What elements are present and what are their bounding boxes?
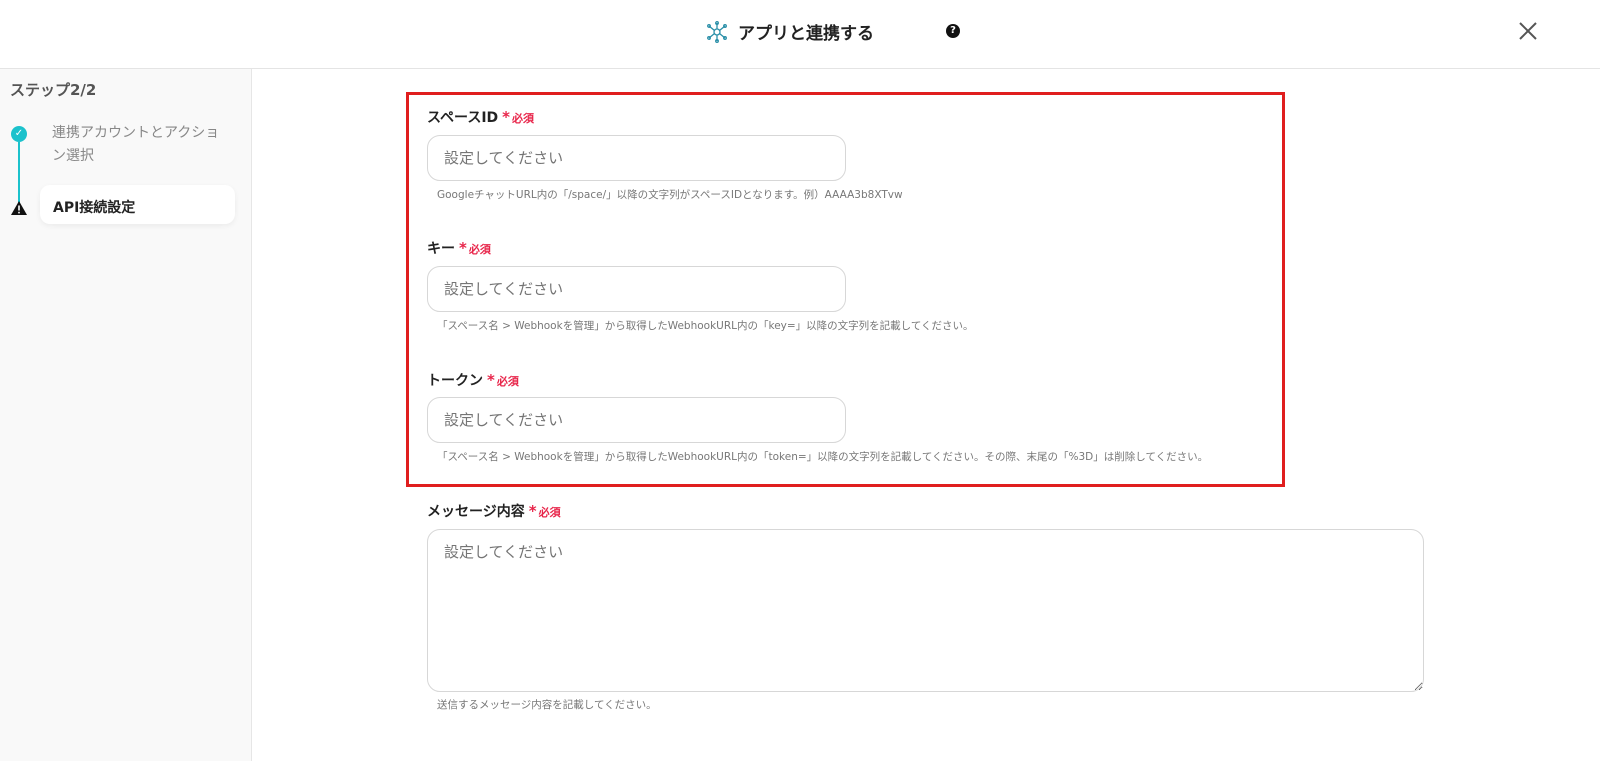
- key-hint: 「スペース名 > Webhookを管理」から取得したWebhookURL内の「k…: [437, 320, 974, 332]
- label-text: トークン: [427, 373, 483, 389]
- step-indicator: ステップ2/2: [10, 81, 97, 99]
- required-badge: * 必須: [459, 239, 491, 257]
- space-id-input[interactable]: [427, 135, 846, 181]
- message-textarea[interactable]: [427, 529, 1424, 692]
- dialog-title: アプリと連携する: [706, 19, 874, 44]
- required-badge: * 必須: [528, 502, 561, 520]
- token-hint: 「スペース名 > Webhookを管理」から取得したWebhookURL内の「t…: [437, 451, 1209, 463]
- warning-icon: [11, 201, 27, 215]
- key-label: キー * 必須: [427, 238, 491, 258]
- app-network-icon: [707, 20, 727, 43]
- label-text: スペースID: [427, 110, 499, 126]
- label-text: メッセージ内容: [427, 504, 525, 520]
- required-badge: * 必須: [487, 371, 519, 389]
- space-id-label: スペースID * 必須: [427, 107, 534, 127]
- token-input[interactable]: [427, 397, 846, 443]
- help-icon[interactable]: ?: [946, 24, 960, 38]
- title-text: アプリと連携する: [738, 24, 874, 44]
- sidebar-step-account[interactable]: 連携アカウントとアクション選択: [52, 122, 232, 168]
- sidebar-step-api[interactable]: API接続設定: [40, 185, 235, 224]
- sidebar: ステップ2/2 ✓ 連携アカウントとアクション選択 API接続設定: [0, 69, 252, 761]
- header: アプリと連携する ?: [0, 0, 1600, 69]
- space-id-hint: GoogleチャットURL内の「/space/」以降の文字列がスペースIDとなり…: [437, 189, 903, 201]
- required-badge: * 必須: [502, 108, 535, 126]
- token-label: トークン * 必須: [427, 370, 519, 390]
- label-text: キー: [427, 241, 455, 257]
- close-icon[interactable]: [1514, 17, 1542, 45]
- message-hint: 送信するメッセージ内容を記載してください。: [437, 699, 657, 711]
- message-label: メッセージ内容 * 必須: [427, 501, 561, 521]
- check-icon: ✓: [11, 126, 27, 142]
- key-input[interactable]: [427, 266, 846, 312]
- step-connector: [18, 142, 20, 204]
